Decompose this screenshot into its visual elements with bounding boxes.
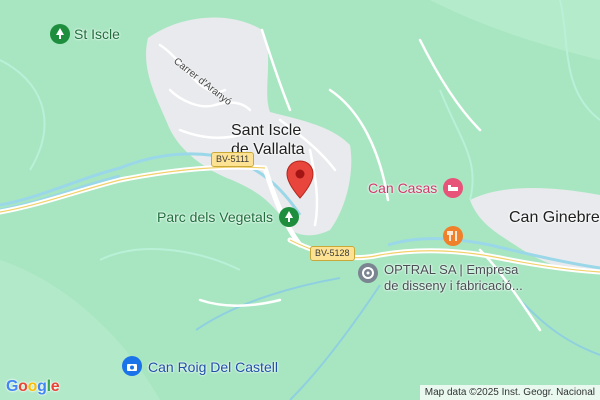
poi-label-st-iscle[interactable]: St Iscle xyxy=(74,26,120,42)
poi-label-optral[interactable]: OPTRAL SA | Empresa de disseny i fabrica… xyxy=(384,262,523,294)
poi-label-can-roig[interactable]: Can Roig Del Castell xyxy=(148,359,278,375)
poi-label-parc[interactable]: Parc dels Vegetals xyxy=(157,209,273,225)
map-attribution[interactable]: Map data ©2025 Inst. Geogr. Nacional xyxy=(419,385,600,400)
road-shield-bv5128: BV-5128 xyxy=(310,246,355,261)
business-icon[interactable] xyxy=(358,263,378,288)
optral-line1: OPTRAL SA | Empresa xyxy=(384,262,519,277)
tree-icon[interactable] xyxy=(50,24,70,49)
optral-line2: de disseny i fabricació... xyxy=(384,278,523,293)
google-logo[interactable]: Google xyxy=(6,378,60,396)
poi-label-can-casas[interactable]: Can Casas xyxy=(368,180,437,196)
restaurant-icon[interactable] xyxy=(443,226,463,251)
road-shield-bv5111: BV-5111 xyxy=(211,152,255,167)
map-view[interactable]: St Iscle Carrer d'Aranyó Sant Iscle de V… xyxy=(0,0,600,400)
camera-icon[interactable] xyxy=(122,356,142,381)
tree-icon[interactable] xyxy=(279,207,299,232)
place-label-can-ginebre[interactable]: Can Ginebre xyxy=(509,208,600,227)
bed-icon[interactable] xyxy=(443,178,463,203)
town-name-line1: Sant Iscle xyxy=(231,122,302,139)
location-pin-icon[interactable] xyxy=(286,160,314,205)
